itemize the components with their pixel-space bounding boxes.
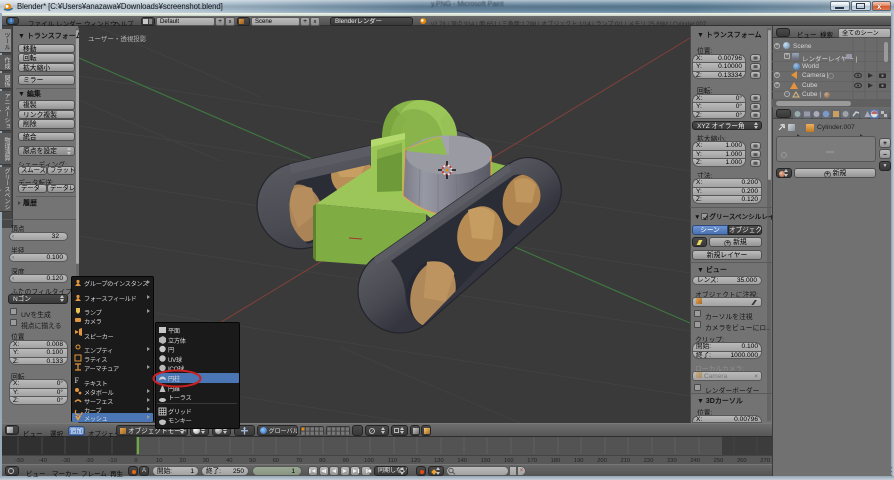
svg-text:30: 30 (203, 458, 209, 464)
svg-text:170: 170 (527, 458, 537, 464)
svg-text:50: 50 (249, 458, 255, 464)
svg-text:F: F (75, 376, 80, 385)
svg-text:20: 20 (179, 458, 185, 464)
svg-text:-20: -20 (85, 458, 93, 464)
svg-text:180: 180 (551, 458, 561, 464)
svg-text:120: 120 (411, 458, 421, 464)
svg-text:-30: -30 (62, 458, 70, 464)
svg-text:0: 0 (134, 458, 137, 464)
svg-text:130: 130 (434, 458, 444, 464)
svg-text:70: 70 (296, 458, 302, 464)
svg-text:240: 240 (690, 458, 700, 464)
svg-text:270: 270 (760, 458, 770, 464)
svg-text:-40: -40 (39, 458, 47, 464)
svg-text:210: 210 (620, 458, 630, 464)
svg-text:190: 190 (574, 458, 584, 464)
svg-text:80: 80 (319, 458, 325, 464)
svg-text:160: 160 (504, 458, 514, 464)
svg-text:230: 230 (667, 458, 677, 464)
svg-text:200: 200 (597, 458, 607, 464)
svg-text:260: 260 (737, 458, 747, 464)
svg-text:140: 140 (457, 458, 467, 464)
svg-text:10: 10 (156, 458, 162, 464)
svg-text:40: 40 (226, 458, 232, 464)
svg-text:150: 150 (481, 458, 491, 464)
svg-text:250: 250 (714, 458, 724, 464)
svg-text:100: 100 (364, 458, 374, 464)
svg-text:90: 90 (342, 458, 348, 464)
svg-text:60: 60 (273, 458, 279, 464)
svg-text:-10: -10 (109, 458, 117, 464)
svg-text:220: 220 (644, 458, 654, 464)
svg-text:110: 110 (388, 458, 397, 464)
svg-text:-50: -50 (15, 458, 23, 464)
